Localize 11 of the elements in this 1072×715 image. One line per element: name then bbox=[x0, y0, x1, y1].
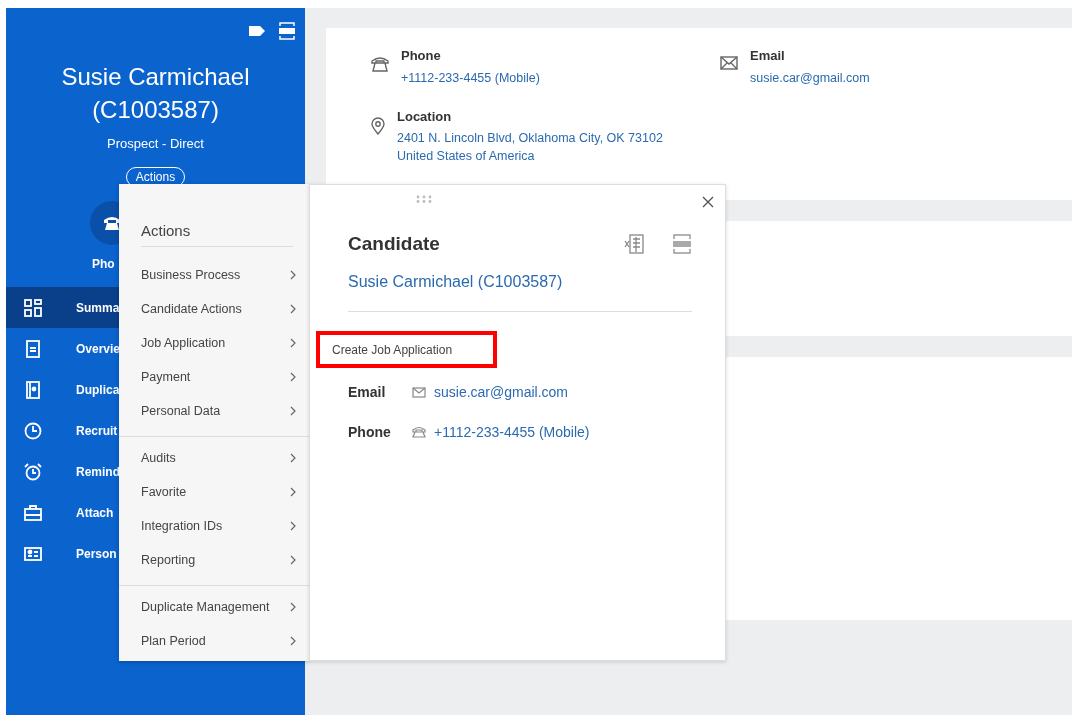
field-label: Email bbox=[348, 384, 387, 400]
field-label: Phone bbox=[348, 424, 392, 440]
phone-action-label: Pho bbox=[92, 257, 115, 271]
profile-id: (C1003587) bbox=[92, 95, 219, 125]
popup-title: Candidate bbox=[348, 233, 441, 255]
field-label: Location bbox=[397, 109, 453, 124]
field-label: Email bbox=[750, 48, 786, 63]
profile-status: Prospect - Direct bbox=[107, 136, 204, 151]
menu-title: Actions bbox=[141, 222, 293, 247]
field-label: Phone bbox=[401, 48, 442, 63]
profile-name: Susie Carmichael bbox=[61, 62, 250, 92]
